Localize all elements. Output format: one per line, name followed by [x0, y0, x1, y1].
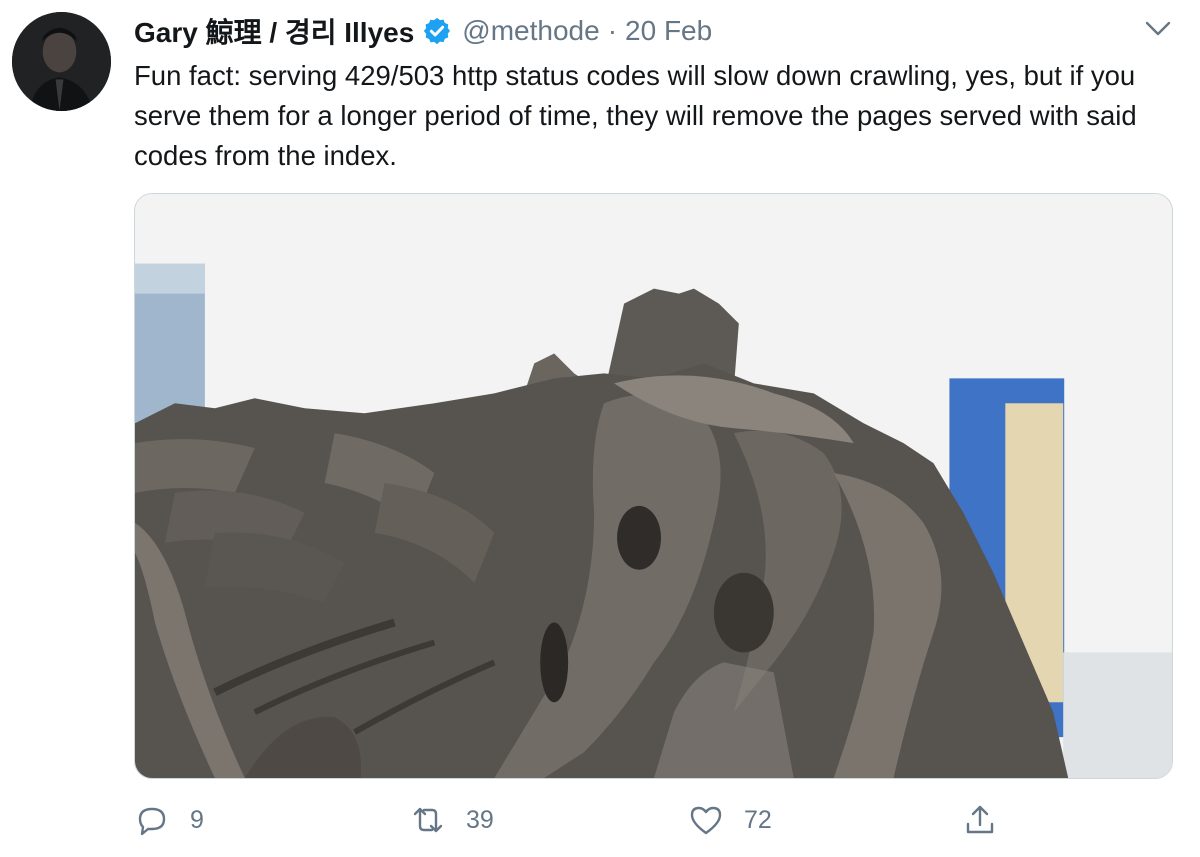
avatar-image: [12, 12, 111, 111]
retweet-count: 39: [466, 805, 494, 834]
tweet-media-image[interactable]: [134, 193, 1173, 779]
reply-count: 9: [190, 805, 204, 834]
like-button[interactable]: 72: [688, 798, 772, 842]
tweet-actions: 9 39 72: [0, 798, 1200, 842]
avatar[interactable]: [12, 12, 111, 111]
separator-dot: ·: [607, 15, 618, 46]
reply-icon: [134, 802, 170, 838]
author-name[interactable]: Gary 鯨理 / 경리 Illyes: [134, 11, 414, 51]
tweet-header: Gary 鯨理 / 경리 Illyes @methode · 20 Feb: [134, 12, 712, 50]
reply-button[interactable]: 9: [134, 798, 204, 842]
chevron-down-icon[interactable]: [1144, 18, 1172, 40]
share-icon: [962, 802, 998, 838]
share-button[interactable]: [962, 798, 998, 842]
retweet-icon: [410, 802, 446, 838]
tweet-text: Fun fact: serving 429/503 http status co…: [134, 60, 1137, 171]
author-handle[interactable]: @methode: [462, 15, 599, 47]
heart-icon: [688, 802, 724, 838]
like-count: 72: [744, 805, 772, 834]
tweet-date[interactable]: 20 Feb: [625, 15, 712, 47]
verified-badge-icon: [422, 16, 452, 46]
retweet-button[interactable]: 39: [410, 798, 494, 842]
